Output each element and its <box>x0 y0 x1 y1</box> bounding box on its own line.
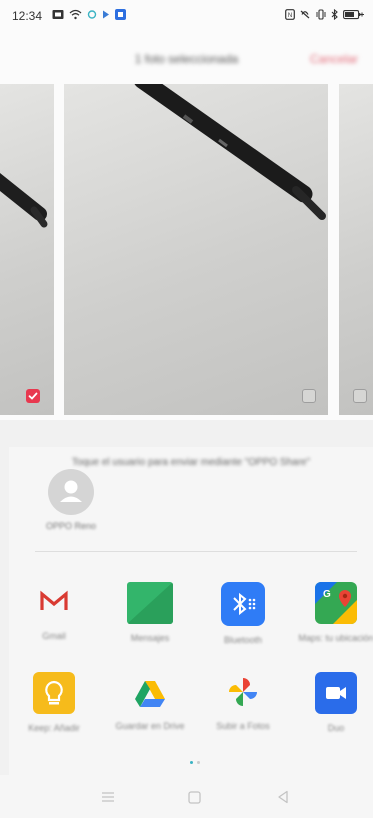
photo-preview-strip <box>0 84 373 420</box>
app-label: Gmail <box>42 631 66 641</box>
svg-text:G: G <box>323 589 331 600</box>
contact-name: OPPO Reno <box>45 521 97 531</box>
status-time: 12:34 <box>12 9 43 23</box>
bluetooth-icon <box>331 9 338 20</box>
photos-icon <box>223 672 263 712</box>
status-left-icons <box>52 9 126 20</box>
oppo-share-contact[interactable]: OPPO Reno <box>41 469 101 531</box>
cancel-button[interactable]: Cancelar <box>310 52 358 66</box>
page-indicator <box>190 761 200 764</box>
gmail-icon <box>34 582 74 622</box>
status-bar: 12:34 N <box>0 0 373 34</box>
photo-thumbnail-center[interactable] <box>64 84 328 415</box>
status-right-icons: N <box>285 9 365 20</box>
photo-checkbox-left[interactable] <box>26 389 40 403</box>
app-label: Mensajes <box>130 633 170 643</box>
share-app-keep[interactable]: Keep: Añadir <box>16 672 92 733</box>
photo-thumbnail-right[interactable] <box>339 84 373 415</box>
maps-icon: G <box>315 582 357 624</box>
person-icon <box>60 480 82 502</box>
menu-icon[interactable] <box>101 791 115 803</box>
navigation-bar <box>0 775 373 818</box>
gallery-icon <box>52 10 64 19</box>
photo-thumbnail-left[interactable] <box>0 84 54 415</box>
share-app-bluetooth[interactable]: Bluetooth <box>205 582 281 645</box>
share-app-gmail[interactable]: Gmail <box>16 582 92 641</box>
back-icon[interactable] <box>277 790 289 804</box>
vibrate-icon <box>316 9 326 20</box>
app-label: Guardar en Drive <box>115 721 185 731</box>
app-label: Duo <box>327 723 345 733</box>
divider <box>35 551 357 552</box>
share-app-drive[interactable]: Guardar en Drive <box>112 672 188 731</box>
app-label: Bluetooth <box>223 635 263 645</box>
drive-icon <box>130 672 170 712</box>
share-app-duo[interactable]: Duo <box>298 672 373 733</box>
nfc-icon: N <box>285 9 295 20</box>
duo-icon <box>315 672 357 714</box>
bluetooth-icon <box>221 582 265 626</box>
keep-icon <box>33 672 75 714</box>
photo-checkbox-center[interactable] <box>302 389 316 403</box>
vibrate-off-icon <box>300 10 310 19</box>
share-hint: Toque el usuario para enviar mediante "O… <box>71 457 311 468</box>
messages-icon <box>127 582 173 624</box>
pen-photo-left <box>0 173 48 228</box>
app-label: Subir a Fotos <box>216 721 270 731</box>
app-label: Keep: Añadir <box>28 723 80 733</box>
app-notification-icon <box>115 9 126 20</box>
share-app-messages[interactable]: Mensajes <box>112 582 188 643</box>
page-dot <box>197 761 200 764</box>
share-app-photos[interactable]: Subir a Fotos <box>205 672 281 731</box>
share-sheet: Toque el usuario para enviar mediante "O… <box>9 447 373 775</box>
title-bar: 1 foto seleccionada Cancelar <box>0 34 373 84</box>
sync-icon <box>87 10 97 19</box>
avatar <box>48 469 94 515</box>
photo-checkbox-right[interactable] <box>353 389 367 403</box>
battery-icon <box>343 10 364 20</box>
pen-photo-center <box>134 84 326 220</box>
home-icon[interactable] <box>188 791 201 804</box>
share-app-maps[interactable]: G Maps: tu ubicación <box>298 582 373 643</box>
app-label: Maps: tu ubicación <box>298 633 373 643</box>
check-icon <box>28 392 38 400</box>
svg-text:N: N <box>288 13 292 19</box>
page-dot-active <box>190 761 193 764</box>
wifi-icon <box>69 9 82 20</box>
play-icon <box>103 10 109 19</box>
